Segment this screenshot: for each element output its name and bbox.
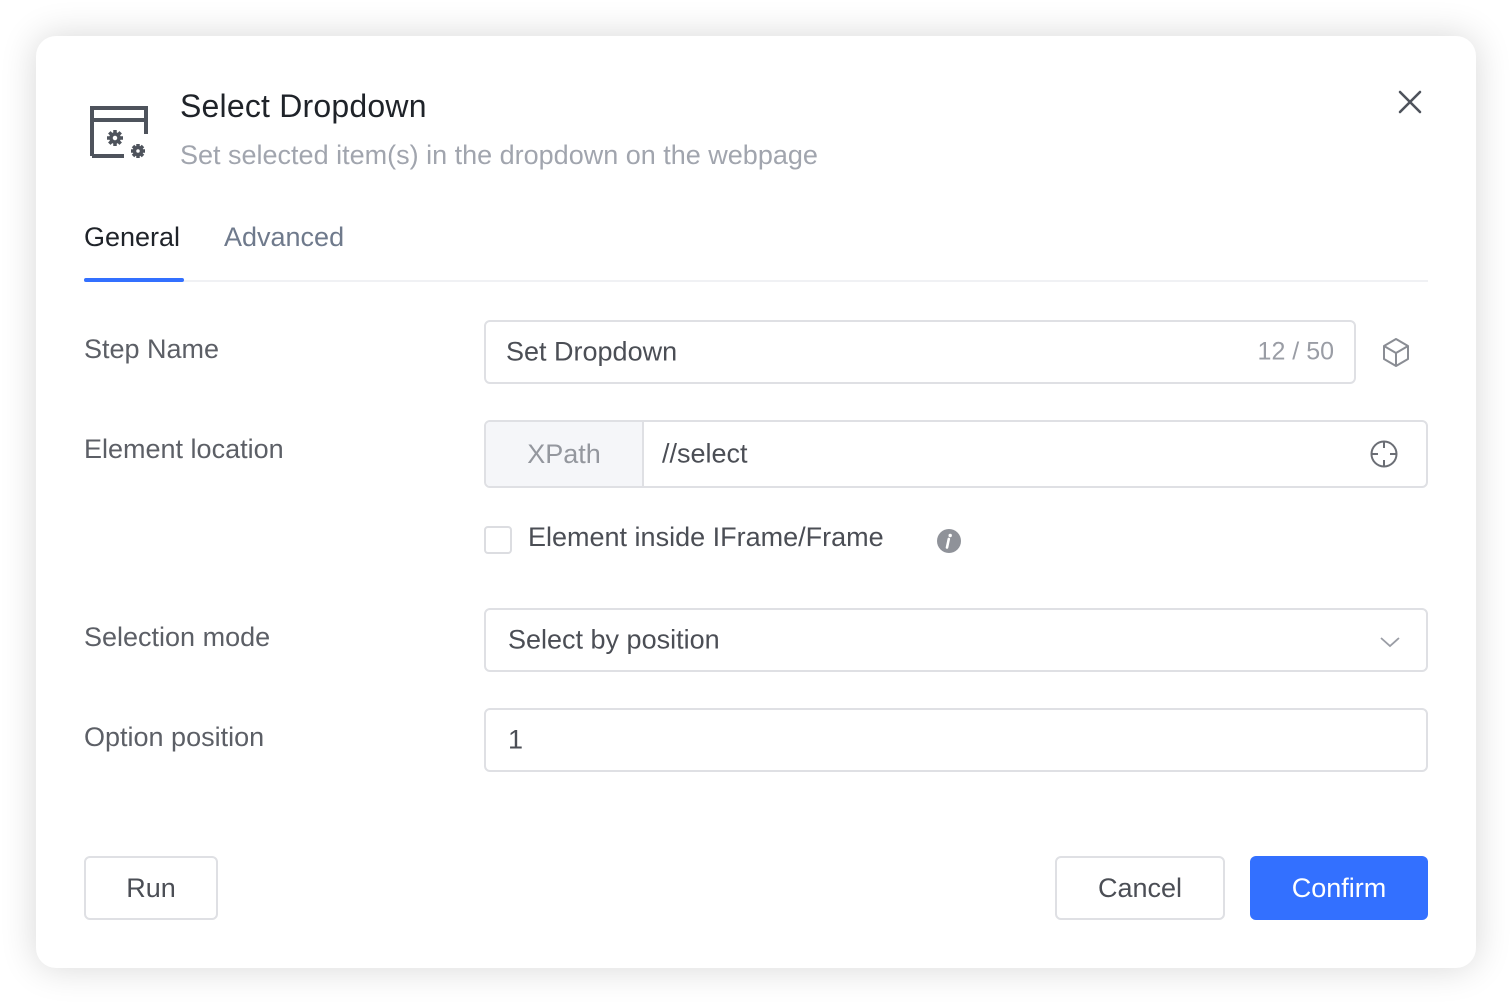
confirm-button[interactable]: Confirm	[1250, 856, 1428, 920]
iframe-checkbox[interactable]	[484, 526, 512, 554]
element-location-input[interactable]: XPath //select	[484, 420, 1428, 488]
element-location-label: Element location	[84, 434, 284, 464]
tab-general[interactable]: General	[84, 222, 180, 253]
browser-gears-icon	[90, 106, 148, 158]
tab-bar: General Advanced	[84, 216, 1428, 282]
xpath-value: //select	[662, 438, 748, 469]
step-name-value: Set Dropdown	[506, 336, 678, 367]
selection-mode-value: Select by position	[508, 624, 720, 655]
crosshair-icon[interactable]	[1368, 438, 1400, 470]
chevron-down-icon	[1380, 637, 1400, 648]
run-button[interactable]: Run	[84, 856, 218, 920]
select-dropdown-dialog: Select Dropdown Set selected item(s) in …	[36, 36, 1476, 968]
iframe-checkbox-label[interactable]: Element inside IFrame/Frame	[528, 522, 884, 553]
cancel-button[interactable]: Cancel	[1055, 856, 1225, 920]
step-name-label: Step Name	[84, 334, 220, 364]
active-tab-indicator	[84, 278, 184, 282]
xpath-addon[interactable]: XPath	[486, 422, 644, 486]
dialog-subtitle: Set selected item(s) in the dropdown on …	[180, 140, 818, 170]
selection-mode-label: Selection mode	[84, 622, 271, 652]
step-name-input[interactable]: Set Dropdown 12 / 50	[484, 320, 1356, 384]
tab-advanced[interactable]: Advanced	[224, 222, 344, 253]
option-position-value: 1	[508, 724, 524, 755]
char-counter: 12 / 50	[1257, 337, 1334, 366]
selection-mode-select[interactable]: Select by position	[484, 608, 1428, 672]
cube-icon[interactable]	[1380, 336, 1412, 368]
dialog-title: Select Dropdown	[180, 88, 427, 124]
close-icon[interactable]	[1394, 86, 1426, 118]
option-position-input[interactable]: 1	[484, 708, 1428, 772]
option-position-label: Option position	[84, 722, 265, 752]
info-icon[interactable]	[936, 528, 962, 554]
